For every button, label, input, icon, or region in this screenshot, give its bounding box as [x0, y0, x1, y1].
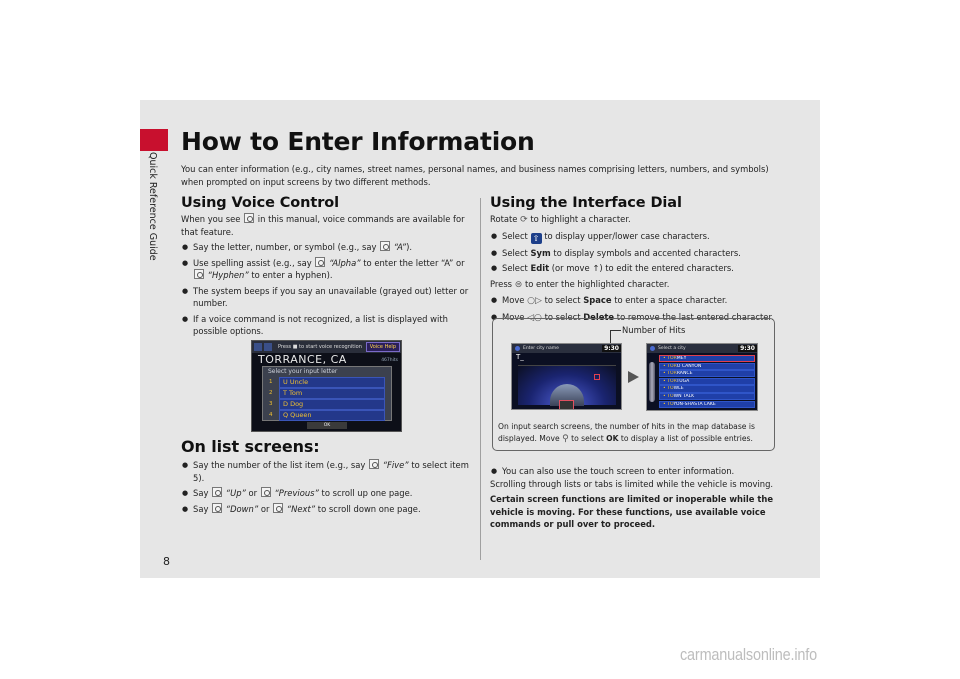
section-tab-marker — [140, 129, 168, 151]
clock: 9:30 — [602, 345, 621, 352]
voice-control-section: Using Voice Control When you see in this… — [181, 195, 471, 338]
intro-paragraph: You can enter information (e.g., city na… — [181, 164, 769, 187]
section-side-label: Quick Reference Guide — [147, 152, 158, 261]
callout-description: On input search screens, the number of h… — [498, 422, 755, 444]
list-item: Select ⇧ to display upper/lower case cha… — [490, 230, 780, 244]
list-item: Select Edit (or move ↑) to edit the ente… — [490, 262, 780, 275]
voice-command-icon — [369, 459, 380, 469]
list-item: Say the number of the list item (e.g., s… — [181, 459, 471, 484]
entry-field: T_ — [516, 353, 524, 361]
move-down-icon: ⚲ — [562, 433, 569, 444]
hit-count: 467hits — [381, 358, 398, 363]
list-screens-section: On list screens: Say the number of the l… — [181, 437, 471, 515]
home-icon — [650, 346, 655, 351]
interface-dial-heading: Using the Interface Dial — [490, 195, 682, 211]
letter-select-panel: Select your input letter 1U Uncle 2T Tom… — [262, 366, 392, 421]
city-name-rest: TUGA — [676, 378, 690, 384]
case-toggle-icon: ⇧ — [530, 232, 542, 244]
list-item: The system beeps if you say an unavailab… — [181, 285, 471, 310]
list-item: Use spelling assist (e.g., say “Alpha” t… — [181, 256, 471, 282]
ok-button-screen: OK — [307, 422, 347, 429]
phone-icon — [264, 343, 272, 351]
matched-prefix: • TOR — [663, 371, 677, 377]
letter-option: 1U Uncle — [269, 376, 385, 388]
screen-top-bar: Press ■ to start voice recognition Voice… — [252, 341, 401, 353]
matched-prefix: • TO — [663, 393, 674, 399]
list-item: If a voice command is not recognized, a … — [181, 313, 471, 338]
voice-command-icon — [273, 502, 284, 513]
driving-warning: Certain screen functions are limited or … — [490, 494, 773, 529]
footer-notes: You can also use the touch screen to ent… — [490, 462, 780, 531]
voice-bullets: Say the letter, number, or symbol (e.g.,… — [181, 241, 471, 338]
city-list-row: • TORRANCE — [659, 370, 755, 378]
rotate-dial-icon: ⟳ — [520, 215, 528, 225]
list-item: You can also use the touch screen to ent… — [490, 465, 780, 478]
city-list: • TORMEY • TORO CANYON • TORRANCE • TORTUGA… — [659, 355, 755, 408]
city-list-row: • TORO CANYON — [659, 362, 755, 370]
column-divider — [480, 198, 481, 560]
letter-option: 4Q Queen — [269, 409, 385, 421]
matched-prefix: • TO — [663, 386, 674, 392]
city-list-row: • TORTUGA — [659, 377, 755, 386]
press-dial-icon: ⊜ — [514, 279, 523, 290]
city-name-rest: MEY — [676, 356, 687, 361]
scroll-notice: Scrolling through lists or tabs is limit… — [490, 478, 774, 489]
list-item: Say “Down” or “Next” to scroll down one … — [181, 502, 471, 516]
number-of-hits-label: Number of Hits — [622, 325, 686, 335]
callout-leader-line — [610, 330, 621, 331]
matched-prefix: • TOR — [663, 356, 677, 361]
list-screens-heading: On list screens: — [181, 437, 320, 456]
ok-highlight — [559, 400, 574, 409]
watermark: carmanualsonline.info — [680, 645, 818, 664]
highlighted-character — [594, 374, 600, 380]
city-name-rest: RANCE — [676, 371, 693, 377]
voice-command-icon — [212, 487, 223, 497]
move-right-icon: ○▷ — [527, 296, 542, 306]
scroll-wheel — [649, 362, 655, 402]
next-arrow-icon — [628, 371, 639, 383]
voice-command-icon — [380, 241, 391, 251]
voice-help-button: Voice Help — [365, 342, 400, 352]
letter-option: 3D Dog — [269, 398, 385, 410]
city-name-rest: O CANYON — [676, 363, 702, 369]
city-entry: TORRANCE, CA — [258, 353, 347, 366]
page-title: How to Enter Information — [181, 127, 535, 156]
city-list-row: • TOWN TALK — [659, 392, 755, 401]
letter-option: 2T Tom — [269, 387, 385, 399]
voice-command-icon — [260, 487, 271, 497]
voice-command-icon — [194, 269, 204, 279]
voice-command-icon — [315, 256, 326, 267]
clock: 9:30 — [738, 345, 757, 352]
city-name-rest: WN TALK — [673, 393, 695, 399]
matched-prefix: • TOR — [663, 378, 677, 384]
select-city-screenshot: Select a city 9:30 • TORMEY • TORO CANYON… — [646, 343, 758, 411]
voice-icon — [254, 343, 262, 351]
page-number: 8 — [163, 555, 170, 568]
list-item: Say the letter, number, or symbol (e.g.,… — [181, 241, 471, 254]
home-icon — [515, 346, 520, 351]
city-list-row: • TOYON-SHASTA LAKE — [659, 400, 755, 408]
city-name-rest: WLE — [673, 386, 684, 392]
city-name-rest: YON-SHASTA LAKE — [673, 401, 716, 407]
city-list-row: • TOWLE — [659, 385, 755, 393]
voice-intro: When you see in this manual, voice comma… — [181, 213, 465, 237]
enter-city-screenshot: Enter city name 9:30 T_ — [511, 343, 622, 410]
voice-control-heading: Using Voice Control — [181, 195, 340, 211]
voice-command-icon — [244, 213, 255, 223]
list-item: Move ○▷ to select Space to enter a space… — [490, 294, 780, 308]
voice-recognition-screenshot: Press ■ to start voice recognition Voice… — [251, 340, 402, 432]
list-item: Select Sym to display symbols and accent… — [490, 247, 780, 260]
matched-prefix: • TO — [663, 401, 674, 407]
voice-command-icon — [212, 502, 223, 513]
list-item: Say “Up” or “Previous” to scroll up one … — [181, 487, 471, 500]
interface-dial-section: Using the Interface Dial Rotate ⟳ to hig… — [490, 195, 780, 324]
city-list-row: • TORMEY — [659, 355, 755, 363]
matched-prefix: • TOR — [663, 363, 677, 369]
